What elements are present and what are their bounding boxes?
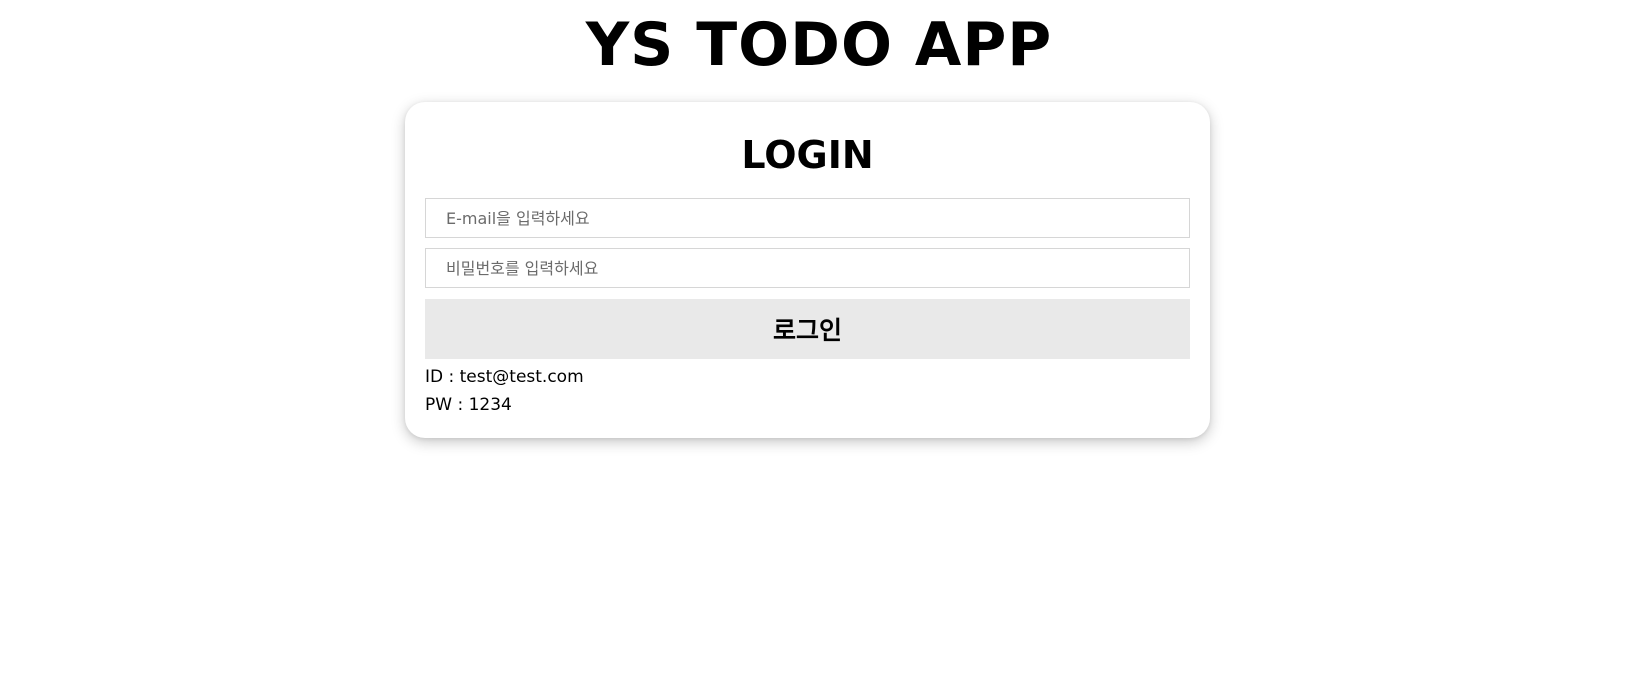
test-password-hint: PW : 1234: [425, 395, 512, 415]
app-title: YS TODO APP: [585, 10, 1053, 80]
password-input[interactable]: [425, 248, 1190, 288]
login-button[interactable]: 로그인: [425, 299, 1190, 359]
login-card: LOGIN 로그인 ID : test@test.com PW : 1234: [405, 102, 1210, 438]
login-title: LOGIN: [741, 133, 874, 177]
test-id-hint: ID : test@test.com: [425, 367, 584, 387]
email-input[interactable]: [425, 198, 1190, 238]
